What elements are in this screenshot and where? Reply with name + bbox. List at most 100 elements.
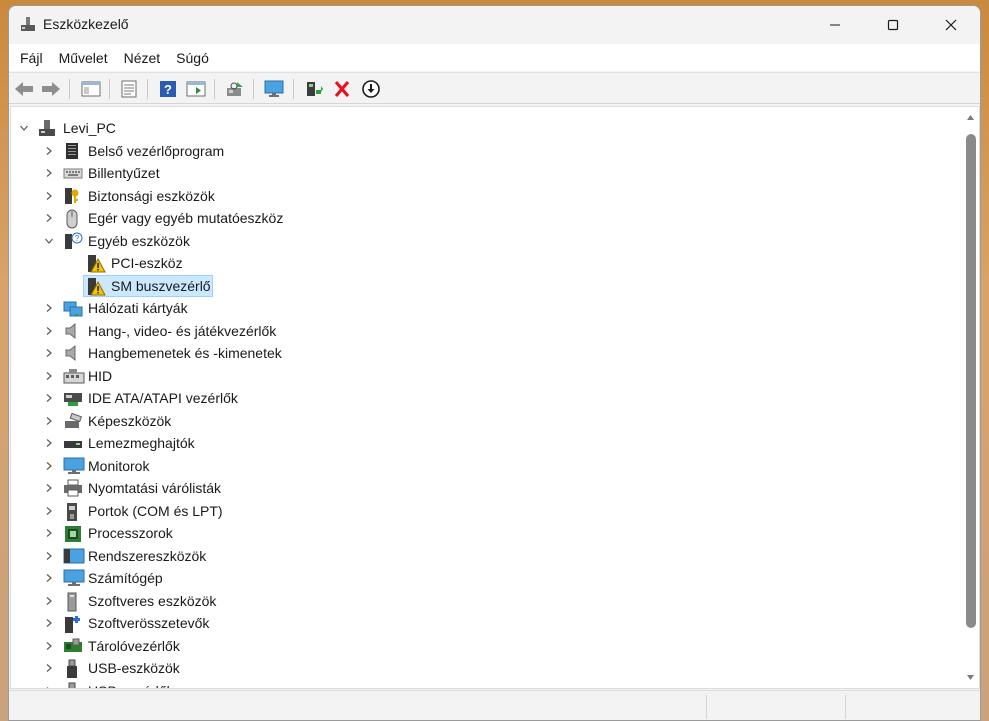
uninstall-device-button[interactable] bbox=[330, 77, 354, 101]
mouse-icon bbox=[63, 209, 81, 229]
scroll-up-arrow-icon[interactable] bbox=[966, 113, 975, 122]
warning-device-icon bbox=[86, 254, 106, 273]
chevron-right-icon[interactable] bbox=[43, 302, 55, 314]
tree-category-belso-vezerloprogram[interactable]: Belső vezérlőprogram bbox=[11, 140, 951, 162]
disable-device-button[interactable] bbox=[359, 77, 383, 101]
tree-category-usb-eszkozok[interactable]: USB-eszközök bbox=[11, 657, 951, 679]
vertical-scrollbar[interactable] bbox=[962, 107, 979, 688]
chevron-right-icon[interactable] bbox=[43, 595, 55, 607]
chevron-right-icon[interactable] bbox=[43, 415, 55, 427]
chevron-right-icon[interactable] bbox=[43, 145, 55, 157]
tree-category-processzorok[interactable]: Processzorok bbox=[11, 522, 951, 544]
tree-node-label: Szoftverösszetevők bbox=[88, 615, 210, 631]
properties-button[interactable] bbox=[117, 77, 141, 101]
help-button[interactable]: ? bbox=[156, 77, 180, 101]
tree-category-lemezmeghajtok[interactable]: Lemezmeghajtók bbox=[11, 432, 951, 454]
tree-category-hangbemenetek-es-kimenetek[interactable]: Hangbemenetek és -kimenetek bbox=[11, 342, 951, 364]
tree-category-nyomtatasi-varolistak[interactable]: Nyomtatási várólisták bbox=[11, 477, 951, 499]
menu-view[interactable]: Nézet bbox=[116, 48, 169, 68]
tree-category-ide-ata-atapi-vezerlok[interactable]: IDE ATA/ATAPI vezérlők bbox=[11, 387, 951, 409]
tree-category-billentyuzet[interactable]: Billentyűzet bbox=[11, 162, 951, 184]
device-manager-app-icon bbox=[19, 15, 37, 33]
usb-icon bbox=[63, 682, 81, 688]
title-bar[interactable]: Eszközkezelő bbox=[9, 6, 980, 43]
chevron-right-icon[interactable] bbox=[43, 460, 55, 472]
add-legacy-hardware-button[interactable] bbox=[262, 77, 286, 101]
chevron-down-icon[interactable] bbox=[18, 122, 30, 134]
menu-help[interactable]: Súgó bbox=[168, 48, 217, 68]
tree-category-eger-vagy-egyeb-mutatoeszkoz[interactable]: Egér vagy egyéb mutatóeszköz bbox=[11, 207, 951, 229]
chevron-right-icon[interactable] bbox=[43, 482, 55, 494]
forward-icon bbox=[42, 82, 60, 96]
forward-button[interactable] bbox=[39, 77, 63, 101]
software-device-icon bbox=[63, 592, 81, 611]
scrollbar-thumb[interactable] bbox=[966, 134, 976, 628]
update-driver-button[interactable] bbox=[302, 77, 326, 101]
tree-category-szamitogep[interactable]: Számítógép bbox=[11, 567, 951, 589]
chevron-down-icon[interactable] bbox=[43, 235, 55, 247]
scan-hardware-changes-button[interactable] bbox=[223, 77, 247, 101]
tree-category-kepeszkozok[interactable]: Képeszközök bbox=[11, 410, 951, 432]
tree-category-hang-video-es-jatekvezerlok[interactable]: Hang-, video- és játékvezérlők bbox=[11, 320, 951, 342]
show-hide-action-pane-button[interactable] bbox=[184, 77, 208, 101]
back-button[interactable] bbox=[12, 77, 36, 101]
tree-category-egyeb-eszkozok[interactable]: ? Egyéb eszközök bbox=[11, 230, 951, 252]
chevron-right-icon[interactable] bbox=[43, 685, 55, 688]
tree-category-tarolovezerlok[interactable]: Tárolóvezérlők bbox=[11, 635, 951, 657]
tree-category-szoftverosszetevok[interactable]: Szoftverösszetevők bbox=[11, 612, 951, 634]
computer-icon bbox=[63, 569, 85, 587]
tree-root-computer[interactable]: Levi_PC bbox=[11, 117, 951, 139]
chevron-right-icon[interactable] bbox=[43, 370, 55, 382]
close-button[interactable] bbox=[922, 6, 980, 43]
svg-text:?: ? bbox=[75, 234, 80, 243]
toolbar: ? bbox=[9, 72, 980, 104]
menu-file[interactable]: Fájl bbox=[12, 48, 51, 68]
tree-node-label: Hang-, video- és játékvezérlők bbox=[88, 322, 277, 339]
toolbar-separator bbox=[109, 79, 110, 99]
tree-device-pci-eszkoz[interactable]: PCI-eszköz bbox=[11, 252, 951, 274]
tree-category-hid[interactable]: HID bbox=[11, 365, 951, 387]
computer-monitor-icon bbox=[264, 80, 284, 97]
chevron-right-icon[interactable] bbox=[43, 325, 55, 337]
maximize-button[interactable] bbox=[864, 6, 922, 43]
minimize-button[interactable] bbox=[806, 6, 864, 43]
tree-node-label: Egyéb eszközök bbox=[88, 232, 190, 249]
tree-node-label: Monitorok bbox=[88, 457, 150, 474]
chevron-right-icon[interactable] bbox=[43, 550, 55, 562]
chevron-right-icon[interactable] bbox=[43, 437, 55, 449]
tree-node-label: Rendszereszközök bbox=[88, 547, 207, 564]
chevron-right-icon[interactable] bbox=[43, 617, 55, 629]
security-key-icon bbox=[63, 187, 81, 205]
tree-node-label: Biztonsági eszközök bbox=[88, 187, 215, 204]
chevron-right-icon[interactable] bbox=[43, 347, 55, 359]
tree-node-label: Levi_PC bbox=[63, 120, 116, 136]
scroll-down-arrow-icon[interactable] bbox=[966, 673, 975, 682]
tree-category-usb-vezerlok[interactable]: USB-vezérlők bbox=[11, 680, 951, 688]
tree-category-szoftveres-eszkozok[interactable]: Szoftveres eszközök bbox=[11, 590, 951, 612]
tree-category-monitorok[interactable]: Monitorok bbox=[11, 455, 951, 477]
chevron-right-icon[interactable] bbox=[43, 167, 55, 179]
chevron-right-icon[interactable] bbox=[43, 572, 55, 584]
chevron-right-icon[interactable] bbox=[43, 640, 55, 652]
chevron-right-icon[interactable] bbox=[43, 212, 55, 224]
chevron-right-icon[interactable] bbox=[43, 392, 55, 404]
tree-node-label: SM buszvezérlő bbox=[111, 277, 211, 294]
status-segment bbox=[845, 695, 980, 719]
chevron-right-icon[interactable] bbox=[43, 505, 55, 517]
show-hide-console-tree-button[interactable] bbox=[79, 77, 103, 101]
maximize-icon bbox=[887, 19, 899, 30]
tree-category-rendszereszkozok[interactable]: Rendszereszközök bbox=[11, 545, 951, 567]
tree-category-portok-com-es-lpt[interactable]: Portok (COM és LPT) bbox=[11, 500, 951, 522]
tree-category-halozati-kartyak[interactable]: Hálózati kártyák bbox=[11, 297, 951, 319]
chevron-right-icon[interactable] bbox=[43, 662, 55, 674]
storage-controller-icon bbox=[63, 637, 82, 655]
status-segment bbox=[706, 695, 845, 719]
tree-device-sm-buszvezerlo[interactable]: SM buszvezérlő bbox=[11, 274, 951, 297]
window-title: Eszközkezelő bbox=[43, 16, 129, 32]
tree-category-biztonsagi-eszkozok[interactable]: Biztonsági eszközök bbox=[11, 185, 951, 207]
chevron-right-icon[interactable] bbox=[43, 190, 55, 202]
chevron-right-icon[interactable] bbox=[43, 527, 55, 539]
menu-action[interactable]: Művelet bbox=[51, 48, 116, 68]
toolbar-separator bbox=[69, 79, 70, 99]
hid-icon bbox=[63, 367, 85, 385]
